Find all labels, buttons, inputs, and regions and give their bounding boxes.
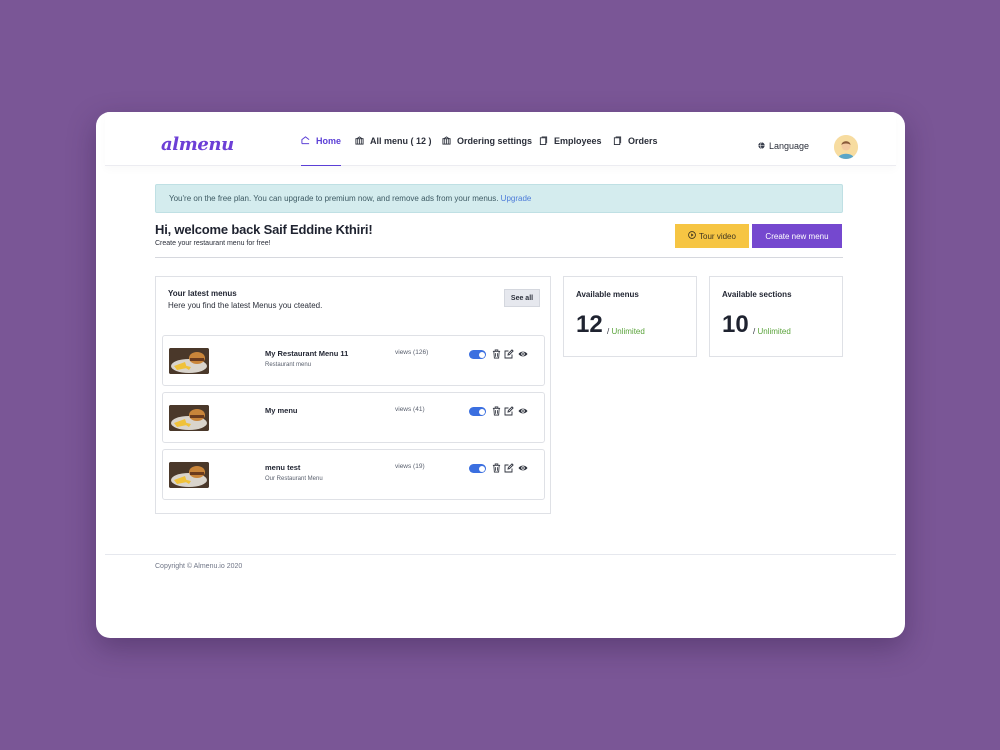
footer-copyright: Copyright © Almenu.io 2020 [155, 563, 243, 570]
nav-home[interactable]: Home [301, 136, 342, 166]
top-navbar: almenu Home All menu ( 12 ) Ordering set… [105, 112, 896, 166]
menu-thumbnail [169, 405, 209, 431]
available-sections-value: 10 [722, 311, 749, 338]
limit-separator: / [753, 327, 756, 336]
limit-text: Unlimited [611, 327, 645, 336]
latest-menus-panel: Your latest menus Here you find the late… [155, 276, 551, 514]
page-subtitle: Create your restaurant menu for free! [155, 240, 271, 247]
menu-views: views (41) [395, 406, 425, 413]
nav-ordering-settings[interactable]: Ordering settings [442, 136, 532, 166]
language-selector[interactable]: Language [758, 141, 809, 151]
trash-icon[interactable] [492, 463, 502, 473]
available-menus-value: 12 [576, 311, 603, 338]
available-sections-label: Available sections [722, 290, 792, 299]
nav-orders-label: Orders [628, 136, 658, 146]
tour-video-label: Tour video [699, 231, 736, 241]
menu-thumbnail [169, 348, 209, 374]
latest-menus-subtitle: Here you find the latest Menus you cteat… [168, 301, 323, 310]
settings-icon [442, 136, 451, 145]
menu-enabled-toggle[interactable] [469, 464, 486, 473]
menu-name[interactable]: My menu [265, 406, 298, 415]
see-all-button[interactable]: See all [504, 289, 540, 307]
menu-description: Restaurant menu [265, 362, 312, 368]
available-sections-limit: / Unlimited [753, 327, 791, 336]
avatar[interactable] [834, 135, 858, 159]
play-circle-icon [688, 231, 696, 241]
list-item[interactable]: My menu views (41) [162, 392, 545, 443]
eye-icon[interactable] [518, 406, 528, 416]
alert-text: You're on the free plan. You can upgrade… [169, 194, 499, 203]
menu-name[interactable]: menu test [265, 463, 300, 472]
menu-name[interactable]: My Restaurant Menu 11 [265, 349, 348, 358]
edit-icon[interactable] [504, 406, 514, 416]
list-item[interactable]: menu test Our Restaurant Menu views (19) [162, 449, 545, 500]
eye-icon[interactable] [518, 349, 528, 359]
edit-icon[interactable] [504, 349, 514, 359]
nav-all-menu[interactable]: All menu ( 12 ) [355, 136, 432, 166]
clipboard-icon [613, 136, 622, 145]
latest-menus-title: Your latest menus [168, 289, 237, 298]
menu-views: views (19) [395, 463, 425, 470]
book-icon [355, 136, 364, 145]
list-item[interactable]: My Restaurant Menu 11 Restaurant menu vi… [162, 335, 545, 386]
menu-enabled-toggle[interactable] [469, 350, 486, 359]
nav-employees[interactable]: Employees [539, 136, 602, 166]
nav-home-label: Home [316, 136, 342, 146]
available-sections-card: Available sections 10 / Unlimited [709, 276, 843, 357]
tour-video-button[interactable]: Tour video [675, 224, 749, 248]
menu-views: views (126) [395, 349, 429, 356]
trash-icon[interactable] [492, 349, 502, 359]
available-menus-limit: / Unlimited [607, 327, 645, 336]
limit-separator: / [607, 327, 610, 336]
available-menus-label: Available menus [576, 290, 639, 299]
create-menu-button[interactable]: Create new menu [752, 224, 842, 248]
home-icon [301, 136, 310, 145]
free-plan-alert: You're on the free plan. You can upgrade… [155, 184, 843, 213]
menu-thumbnail [169, 462, 209, 488]
edit-icon[interactable] [504, 463, 514, 473]
eye-icon[interactable] [518, 463, 528, 473]
language-label: Language [769, 141, 810, 151]
nav-all-menu-label: All menu ( 12 ) [370, 136, 432, 146]
available-menus-card: Available menus 12 / Unlimited [563, 276, 697, 357]
nav-ordering-settings-label: Ordering settings [457, 136, 533, 146]
app-window: almenu Home All menu ( 12 ) Ordering set… [96, 112, 905, 638]
menu-enabled-toggle[interactable] [469, 407, 486, 416]
nav-employees-label: Employees [554, 136, 602, 146]
clipboard-icon [539, 136, 548, 145]
trash-icon[interactable] [492, 406, 502, 416]
page-title: Hi, welcome back Saif Eddine Kthiri! [155, 222, 373, 237]
footer-divider [105, 554, 896, 555]
menu-description: Our Restaurant Menu [265, 476, 323, 482]
globe-icon [758, 141, 765, 151]
nav-orders[interactable]: Orders [613, 136, 658, 166]
limit-text: Unlimited [757, 327, 791, 336]
logo[interactable]: almenu [161, 134, 234, 155]
divider [155, 257, 843, 258]
upgrade-link[interactable]: Upgrade [501, 194, 532, 203]
